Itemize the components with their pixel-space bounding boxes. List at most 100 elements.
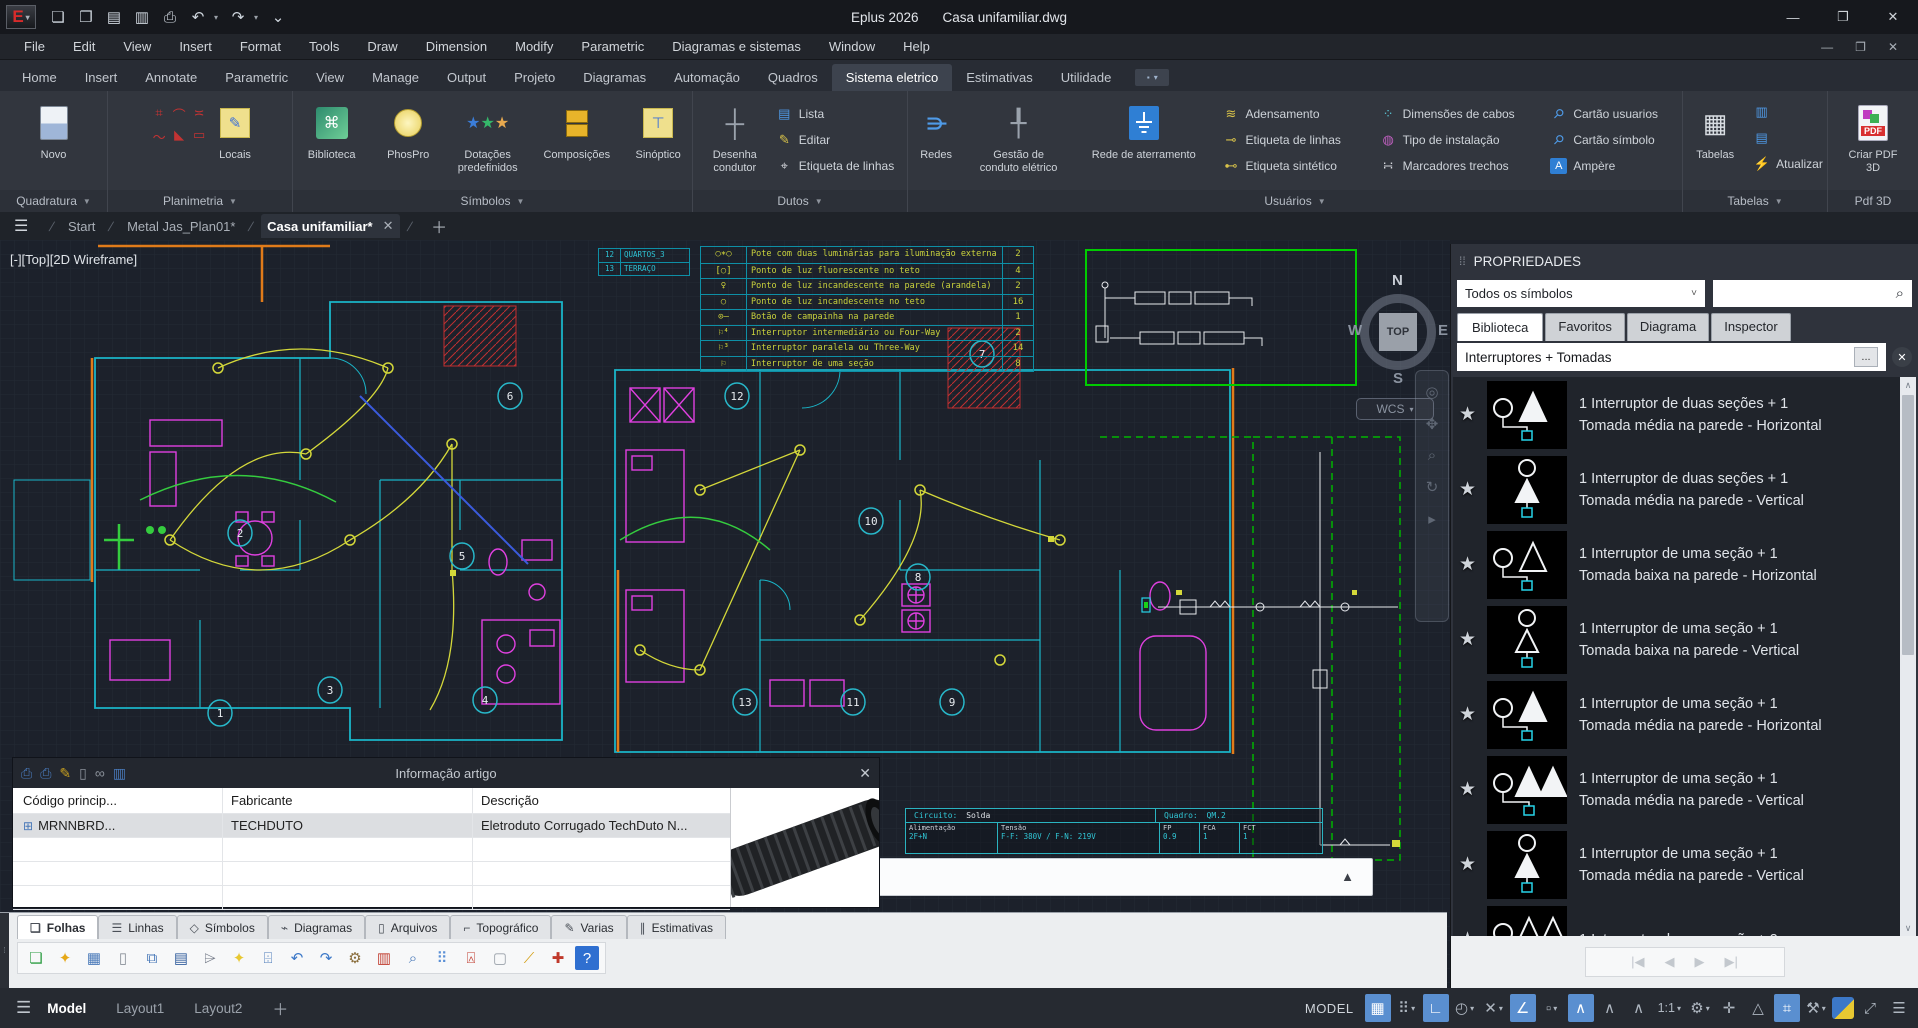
status-menu-button[interactable]: ☰ [1886, 994, 1912, 1022]
ribbon-tab-output[interactable]: Output [433, 64, 500, 91]
object-snap-settings-button[interactable]: ▫▾ [1539, 994, 1565, 1022]
sheet-icon[interactable]: ▯ [111, 946, 135, 970]
compass-south[interactable]: S [1393, 370, 1403, 387]
group-label-simbolos[interactable]: Símbolos▼ [293, 190, 692, 212]
favorite-star-icon[interactable]: ★ [1459, 553, 1487, 576]
ribbon-tab-projeto[interactable]: Projeto [500, 64, 569, 91]
tabelas-button[interactable]: ▦ Tabelas [1683, 95, 1747, 162]
ribbon-tab-estimativas[interactable]: Estimativas [952, 64, 1046, 91]
symbol-thumbnail[interactable] [1487, 381, 1567, 449]
scrollbar[interactable]: ∧ ∨ [1900, 377, 1916, 936]
doc-close-button[interactable]: ✕ [1888, 40, 1898, 54]
column-descricao[interactable]: Descrição [473, 788, 730, 813]
solid-tool-icon[interactable]: ◣ [169, 127, 189, 149]
arc-tool-icon[interactable]: ⌒ [169, 105, 189, 127]
editar-button[interactable]: ✎ Editar [772, 127, 898, 153]
zoom-icon[interactable]: ⌕ [1428, 447, 1436, 464]
column-codigo[interactable]: Código princip... [13, 788, 223, 813]
etiqueta-linhas-button[interactable]: ⌖ Etiqueta de linhas [772, 153, 898, 179]
table-row[interactable] [13, 886, 730, 910]
new-tab-button[interactable]: ＋ [431, 214, 447, 238]
favorite-star-icon[interactable]: ★ [1459, 778, 1487, 801]
pan-icon[interactable]: ✥ [1426, 415, 1439, 433]
novo-button[interactable]: Novo [40, 95, 68, 162]
dock-tab-estimativas[interactable]: ∥Estimativas [627, 915, 726, 939]
cartao-simbolo-button[interactable]: ⚲Cartão símbolo [1546, 127, 1682, 153]
ribbon-tab-quadros[interactable]: Quadros [754, 64, 832, 91]
undo-icon[interactable]: ↶ [285, 946, 309, 970]
panel-tab-diagrama[interactable]: Diagrama [1627, 313, 1709, 341]
desenha-condutor-button[interactable]: ┼ Desenha condutor [702, 95, 768, 175]
viewport-controls[interactable]: [-][Top][2D Wireframe] [10, 252, 137, 267]
menu-window[interactable]: Window [815, 34, 889, 60]
crosshair-button[interactable]: ✛ [1716, 994, 1742, 1022]
grid-display-button[interactable]: ▦ [1365, 994, 1391, 1022]
cleanup-icon[interactable]: ⟋ [517, 946, 541, 970]
column-fabricante[interactable]: Fabricante [223, 788, 473, 813]
menu-insert[interactable]: Insert [165, 34, 226, 60]
clean-screen-button[interactable]: ⤢ [1857, 994, 1883, 1022]
dock-tab-topográfico[interactable]: ⌐Topográfico [450, 915, 551, 939]
library-item[interactable]: ★1 Interruptor de duas seções + 1Tomada … [1453, 377, 1916, 452]
menu-file[interactable]: File [10, 34, 59, 60]
close-tab-icon[interactable]: ✕ [383, 218, 394, 234]
isodraft-button[interactable]: ✕▾ [1481, 994, 1507, 1022]
minimize-button[interactable]: — [1768, 0, 1818, 34]
rede-aterramento-button[interactable]: Rede de aterramento [1073, 95, 1215, 162]
export-settings-icon[interactable]: ⚙ [343, 946, 367, 970]
library-item[interactable]: ★1 Interruptor de uma seção + 1Tomada ba… [1453, 602, 1916, 677]
group-label-dutos[interactable]: Dutos▼ [693, 190, 907, 212]
box-tool-icon[interactable]: ▭ [189, 127, 209, 149]
help-icon[interactable]: ? [575, 946, 599, 970]
layout-tab-layout2[interactable]: Layout2 [194, 1001, 242, 1016]
ribbon-minimize-button[interactable]: ▪▾ [1135, 69, 1169, 86]
new-layout-button[interactable]: ＋ [272, 996, 288, 1020]
new-from-template-icon[interactable]: ✦ [53, 946, 77, 970]
group-label-quadratura[interactable]: Quadratura▼ [0, 190, 107, 212]
marcadores-trechos-button[interactable]: ∺Marcadores trechos [1376, 153, 1543, 179]
status-badge-icon[interactable] [1832, 997, 1854, 1019]
compass-west[interactable]: W [1348, 322, 1362, 339]
favorite-star-icon[interactable]: ★ [1459, 703, 1487, 726]
compass-east[interactable]: E [1438, 322, 1448, 339]
steering-wheel-icon[interactable]: ◎ [1425, 383, 1438, 401]
favorite-star-icon[interactable]: ★ [1459, 928, 1487, 936]
tab-metal-jas[interactable]: Metal Jas_Plan01* [121, 215, 241, 238]
menu-view[interactable]: View [109, 34, 165, 60]
library-item[interactable]: ★1 Interruptor de uma seção + 1Tomada mé… [1453, 677, 1916, 752]
ribbon-tab-diagramas[interactable]: Diagramas [569, 64, 660, 91]
phospro-button[interactable]: PhosPro [376, 95, 440, 162]
save-sheet-icon[interactable]: ▦ [82, 946, 106, 970]
dimensoes-cabos-button[interactable]: ⁘Dimensões de cabos [1376, 101, 1543, 127]
doc-restore-button[interactable]: ❐ [1855, 40, 1866, 54]
category-input[interactable]: Interruptores + Tomadas ... [1457, 343, 1886, 371]
redo-icon[interactable]: ↷ [314, 946, 338, 970]
bookmark-new-icon[interactable]: ✦ [227, 946, 251, 970]
group-label-usuarios[interactable]: Usuários▼ [908, 190, 1682, 212]
library-item[interactable]: ★1 Interruptor de duas seções + 1Tomada … [1453, 452, 1916, 527]
menu-parametric[interactable]: Parametric [567, 34, 658, 60]
group-label-planimetria[interactable]: Planimetria▼ [108, 190, 292, 212]
dialog-close-icon[interactable]: ✕ [859, 765, 871, 782]
scroll-down-icon[interactable]: ∨ [1900, 920, 1916, 936]
show-motion-icon[interactable]: ▸ [1428, 510, 1436, 528]
table-save-button[interactable]: ▤ [1749, 125, 1827, 151]
tipo-instalacao-button[interactable]: ◍Tipo de instalação [1376, 127, 1543, 153]
preview-icon[interactable]: ⌕ [401, 946, 425, 970]
attach-icon[interactable]: ⌲ [198, 946, 222, 970]
favorite-star-icon[interactable]: ★ [1459, 628, 1487, 651]
table-insert-button[interactable]: ▥ [1749, 99, 1827, 125]
symbol-filter-dropdown[interactable]: Todos os símbolos˅ [1457, 280, 1705, 307]
ribbon-tab-view[interactable]: View [302, 64, 358, 91]
group-label-tabelas[interactable]: Tabelas▼ [1683, 190, 1827, 212]
favorite-star-icon[interactable]: ★ [1459, 403, 1487, 426]
symbol-thumbnail[interactable] [1487, 606, 1567, 674]
ribbon-tab-parametric[interactable]: Parametric [211, 64, 302, 91]
hatch-tool-icon[interactable]: ⌗ [149, 105, 169, 127]
cartao-usuarios-button[interactable]: ⚲Cartão usuarios [1546, 101, 1682, 127]
menu-help[interactable]: Help [889, 34, 944, 60]
layout-tab-model[interactable]: Model [47, 1001, 86, 1016]
autotrack-button[interactable]: ∧ [1568, 994, 1594, 1022]
previous-page-button[interactable]: ◀ [1665, 954, 1675, 970]
biblioteca-button[interactable]: ⌘ Biblioteca [293, 95, 370, 162]
